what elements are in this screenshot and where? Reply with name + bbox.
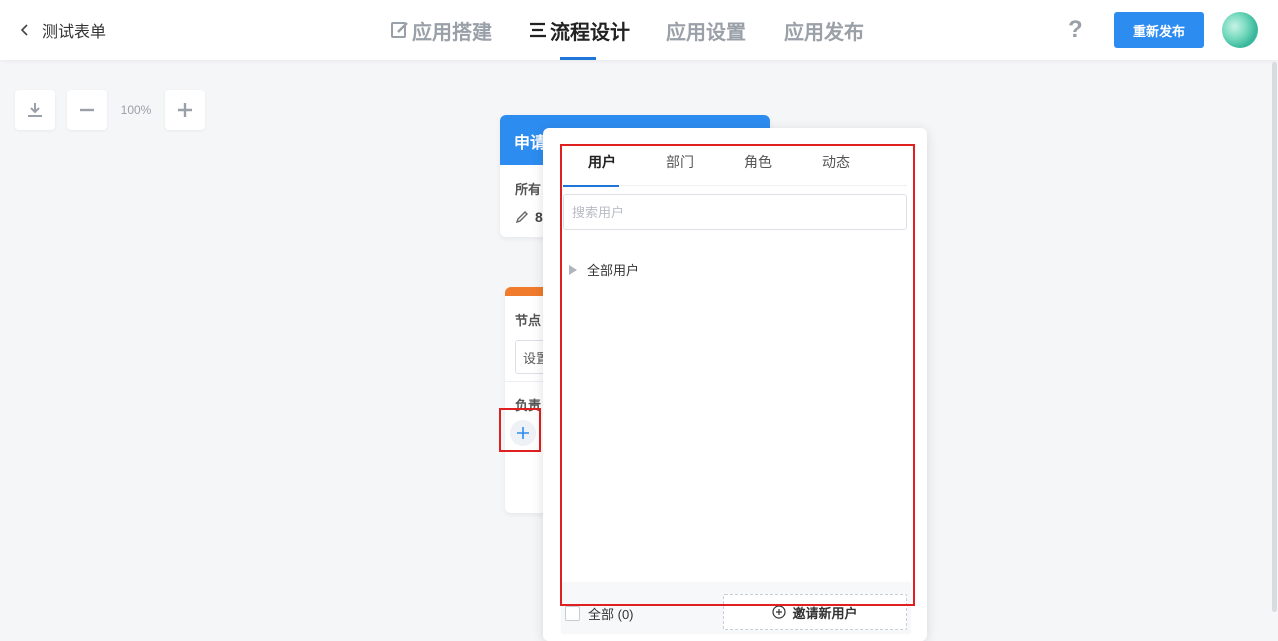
- zoom-out-button[interactable]: [67, 90, 107, 130]
- avatar[interactable]: [1222, 12, 1258, 48]
- caret-right-icon[interactable]: [569, 264, 577, 275]
- start-node-edit[interactable]: 8: [515, 209, 543, 225]
- assignee-label: 负责: [515, 398, 542, 413]
- start-node-edit-value: 8: [535, 209, 543, 225]
- add-assignee-button[interactable]: [510, 420, 536, 446]
- tab-flow-design[interactable]: 流程设计: [528, 0, 666, 60]
- select-all-label: 全部 (0): [588, 607, 634, 622]
- tab-users[interactable]: 用户: [563, 144, 641, 187]
- plus-icon: [517, 427, 529, 439]
- page-scrollbar[interactable]: [1272, 62, 1277, 612]
- invite-user-button[interactable]: 邀请新用户: [723, 594, 907, 630]
- tab-dynamic[interactable]: 动态: [797, 144, 875, 186]
- plus-icon: [178, 103, 192, 117]
- tab-app-publish-label: 应用发布: [784, 21, 864, 44]
- top-header: 测试表单 应用搭建 流程设计 应用设置 应用发布 ? 重新发布: [0, 0, 1278, 60]
- zoom-in-button[interactable]: [165, 90, 205, 130]
- main-nav: 应用搭建 流程设计 应用设置 应用发布: [390, 0, 884, 60]
- select-all-checkbox[interactable]: 全部 (0): [565, 604, 634, 623]
- back-button[interactable]: 测试表单: [18, 18, 106, 42]
- user-picker-popover: 用户 部门 角色 动态 全部用户 全部 (0) 邀请新用户: [543, 128, 927, 641]
- node-field-label: 节点: [515, 313, 542, 328]
- edit-icon: [391, 22, 408, 38]
- tree-node-label: 全部用户: [587, 263, 640, 278]
- help-icon[interactable]: ?: [1068, 16, 1083, 44]
- chevron-left-icon: [20, 24, 28, 36]
- checkbox[interactable]: [565, 606, 580, 621]
- tree-node-all-users[interactable]: 全部用户: [569, 260, 639, 279]
- tab-app-build-label: 应用搭建: [412, 21, 492, 44]
- start-node-subtitle: 所有: [515, 182, 542, 197]
- minus-icon: [80, 108, 94, 112]
- form-title: 测试表单: [42, 24, 107, 41]
- flow-lines-icon: [530, 22, 546, 38]
- tab-app-publish[interactable]: 应用发布: [784, 0, 884, 60]
- tab-app-settings-label: 应用设置: [666, 21, 746, 44]
- tab-departments[interactable]: 部门: [641, 144, 719, 186]
- search-users-input[interactable]: [563, 194, 907, 230]
- zoom-level: 100%: [120, 103, 152, 117]
- download-button[interactable]: [15, 90, 55, 130]
- pencil-icon: [515, 211, 528, 224]
- download-icon: [28, 103, 42, 117]
- tab-app-settings[interactable]: 应用设置: [666, 0, 784, 60]
- plus-circle-icon: [772, 605, 787, 619]
- invite-user-label: 邀请新用户: [792, 605, 858, 621]
- picker-tabs: 用户 部门 角色 动态: [563, 144, 907, 187]
- tab-app-build[interactable]: 应用搭建: [390, 0, 528, 60]
- tab-roles[interactable]: 角色: [719, 144, 797, 186]
- tab-flow-design-label: 流程设计: [550, 21, 630, 44]
- republish-button[interactable]: 重新发布: [1114, 12, 1204, 48]
